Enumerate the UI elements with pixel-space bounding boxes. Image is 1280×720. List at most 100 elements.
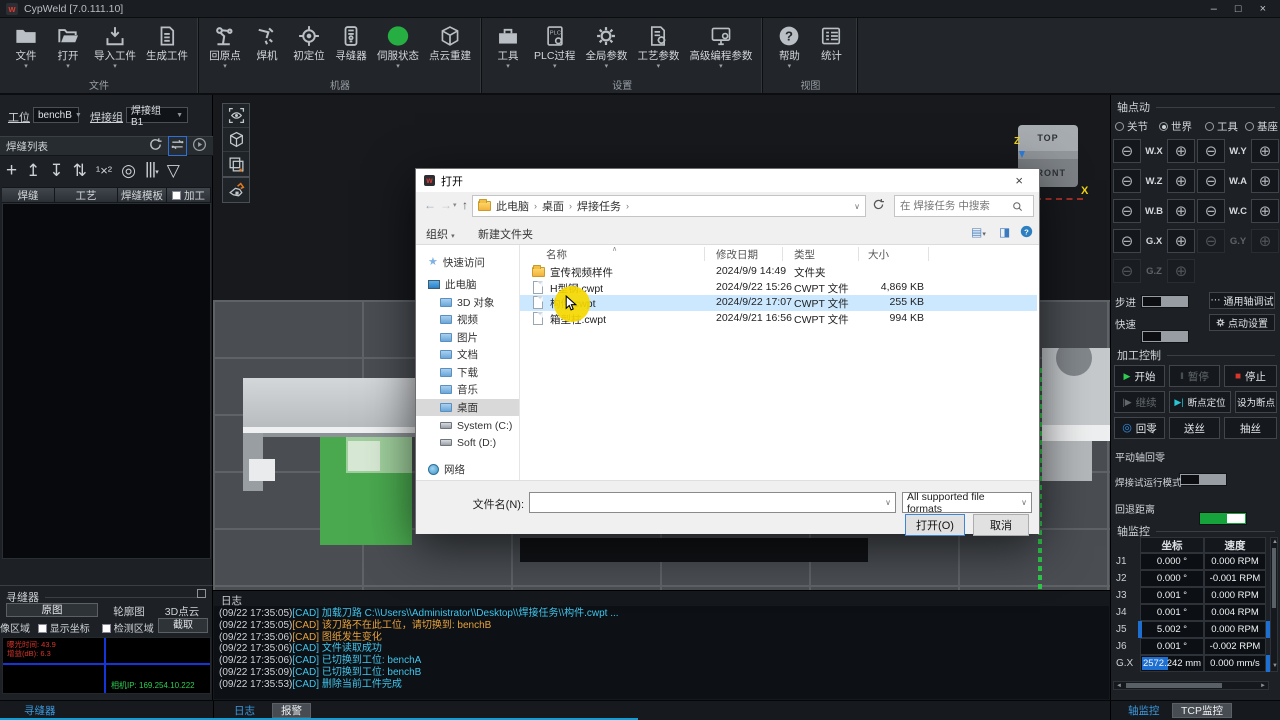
ribbon-item-home-origin[interactable]: 回原点 ▾ xyxy=(209,22,241,70)
ribbon-item-import-workpiece[interactable]: 导入工件 ▾ xyxy=(94,22,136,70)
refresh-icon[interactable] xyxy=(148,137,163,155)
column-header-size[interactable]: 大小 xyxy=(868,245,889,263)
torch-tool-icon[interactable] xyxy=(223,178,249,202)
organize-menu[interactable]: 组织 ▾ xyxy=(426,226,455,242)
tab-seam-finder[interactable]: 寻缝器 xyxy=(16,703,64,718)
jog-plus-button[interactable]: ⊕ xyxy=(1251,169,1279,193)
nav-cube-top-face[interactable]: TOP xyxy=(1018,125,1078,151)
search-box[interactable] xyxy=(894,195,1034,217)
reorder-icon[interactable]: ⇅ xyxy=(73,161,87,181)
search-input[interactable] xyxy=(900,200,1012,212)
jog-plus-button[interactable]: ⊕ xyxy=(1251,139,1279,163)
jog-settings-button[interactable]: 点动设置 xyxy=(1209,314,1275,331)
sidebar-item-3d-objects[interactable]: 3D 对象 xyxy=(416,294,519,311)
close-icon[interactable]: × xyxy=(1007,173,1031,188)
chevron-down-icon[interactable]: ∨ xyxy=(854,202,860,211)
column-header-name[interactable]: 名称 xyxy=(546,245,567,263)
new-folder-button[interactable]: 新建文件夹 xyxy=(478,226,533,242)
file-row[interactable]: 宣传视频样件 2024/9/9 14:49 文件夹 xyxy=(520,264,1037,280)
close-button[interactable]: × xyxy=(1260,1,1266,17)
scrollbar-thumb[interactable] xyxy=(1272,548,1276,608)
sidebar-item-desktop[interactable]: 桌面 xyxy=(416,399,519,416)
step-toggle[interactable] xyxy=(1141,295,1189,308)
add-icon[interactable]: + xyxy=(6,161,17,181)
start-button[interactable]: ▶开始 xyxy=(1114,365,1165,387)
jog-plus-button[interactable]: ⊕ xyxy=(1251,229,1279,253)
show-coords-checkbox[interactable]: 显示坐标 xyxy=(38,620,90,635)
jog-minus-button[interactable]: ⊖ xyxy=(1197,199,1225,223)
refresh-icon[interactable] xyxy=(872,198,890,216)
home-button[interactable]: ◎回零 xyxy=(1114,417,1165,439)
tab-3d-pointcloud[interactable]: 3D点云 xyxy=(156,604,208,619)
jog-minus-button[interactable]: ⊖ xyxy=(1197,169,1225,193)
file-row[interactable]: 箱型柱.cwpt 2024/9/21 16:56 CWPT 文件 994 KB xyxy=(520,311,1037,327)
up-icon[interactable]: ↑ xyxy=(462,198,468,212)
jog-minus-button[interactable]: ⊖ xyxy=(1113,199,1141,223)
jog-plus-button[interactable]: ⊕ xyxy=(1167,229,1195,253)
ribbon-item-global-params[interactable]: 全局参数 ▾ xyxy=(585,22,627,70)
sync-icon[interactable] xyxy=(168,136,187,156)
sidebar-item-this-pc[interactable]: 此电脑 xyxy=(416,276,519,293)
preview-pane-icon[interactable]: ◨ xyxy=(999,225,1010,239)
tab-axis-monitor[interactable]: 轴监控 xyxy=(1120,703,1168,718)
sidebar-item-downloads[interactable]: 下载 xyxy=(416,364,519,381)
ribbon-item-tools[interactable]: 工具 ▾ xyxy=(492,22,524,70)
workpiece-beam[interactable] xyxy=(243,378,425,427)
jog-minus-button[interactable]: ⊖ xyxy=(1197,139,1225,163)
ribbon-item-pointcloud-rebuild[interactable]: 点云重建 xyxy=(429,22,471,70)
log-list[interactable]: (09/22 17:35:05)[CAD] 加载刀路 C:\\Users\\Ad… xyxy=(214,606,1109,699)
checkbox-icon[interactable] xyxy=(102,624,111,633)
open-button[interactable]: 打开(O) xyxy=(905,514,965,536)
ribbon-item-seam-finder[interactable]: 寻缝器 xyxy=(335,22,367,70)
jog-minus-button[interactable]: ⊖ xyxy=(1113,169,1141,193)
filename-input[interactable]: ∨ xyxy=(529,492,896,513)
ribbon-item-welder[interactable]: 焊机 xyxy=(251,22,283,70)
ribbon-item-plc-process[interactable]: PLC PLC过程 ▾ xyxy=(534,22,575,70)
translation-home-toggle[interactable] xyxy=(1179,473,1227,486)
horizontal-scrollbar[interactable]: ◄ ► xyxy=(1113,681,1269,690)
stop-button[interactable]: ■停止 xyxy=(1224,365,1277,387)
seam-table-body[interactable] xyxy=(2,203,211,559)
filetype-select[interactable]: All supported file formats ∨ xyxy=(902,492,1032,513)
fast-toggle[interactable] xyxy=(1141,330,1189,343)
filter-icon[interactable]: ▽ xyxy=(167,161,180,181)
jog-mode-world[interactable]: 世界 xyxy=(1159,119,1192,134)
camera-image[interactable]: 曝光时间: 43.9 增益(dB): 6.3 相机IP: 169.254.10.… xyxy=(2,637,211,694)
station-select[interactable]: benchB▼ xyxy=(33,107,79,123)
column-header-process[interactable]: 工艺 xyxy=(55,187,118,203)
ribbon-item-generate-workpiece[interactable]: 生成工件 xyxy=(146,22,188,70)
pause-button[interactable]: ‖暂停 xyxy=(1169,365,1220,387)
sidebar-item-pictures[interactable]: 图片 xyxy=(416,329,519,346)
breadcrumb[interactable]: 此电脑› 桌面› 焊接任务› ∨ xyxy=(472,195,866,217)
nav-cube-edge[interactable] xyxy=(1018,151,1078,159)
scroll-down-icon[interactable]: ▼ xyxy=(1272,663,1278,670)
column-header-type[interactable]: 类型 xyxy=(794,245,815,263)
sidebar-item-music[interactable]: 音乐 xyxy=(416,381,519,398)
fit-view-icon[interactable] xyxy=(223,104,249,128)
set-breakpoint-button[interactable]: 设为断点 xyxy=(1235,391,1277,413)
wire-retract-button[interactable]: 抽丝 xyxy=(1224,417,1277,439)
minimize-button[interactable]: – xyxy=(1211,1,1217,17)
scroll-left-icon[interactable]: ◄ xyxy=(1116,683,1122,690)
jog-mode-joint[interactable]: 关节 xyxy=(1115,119,1148,134)
dialog-titlebar[interactable]: w 打开 × xyxy=(416,169,1039,192)
sidebar-item-quick-access[interactable]: ★快速访问 xyxy=(416,254,519,271)
wire-feed-button[interactable]: 送丝 xyxy=(1169,417,1220,439)
continue-button[interactable]: |▶继续 xyxy=(1114,391,1165,413)
breadcrumb-item[interactable]: 桌面 xyxy=(542,198,564,214)
column-header-template[interactable]: 焊缝模板 xyxy=(118,187,167,203)
jog-plus-button[interactable]: ⊕ xyxy=(1167,139,1195,163)
column-header-machining[interactable]: 加工 xyxy=(167,187,211,203)
tab-log[interactable]: 日志 xyxy=(226,703,263,718)
cancel-button[interactable]: 取消 xyxy=(973,514,1029,536)
swap-order-icon[interactable]: ¹×² xyxy=(96,161,112,181)
column-header-seam[interactable]: 焊缝 xyxy=(2,187,55,203)
ribbon-item-file[interactable]: 文件 ▾ xyxy=(10,22,42,70)
ribbon-item-help[interactable]: ? 帮助 ▾ xyxy=(773,22,805,70)
jog-plus-button[interactable]: ⊕ xyxy=(1167,169,1195,193)
forward-icon[interactable]: → xyxy=(440,198,452,212)
detect-region-checkbox[interactable]: 检测区域 xyxy=(102,620,154,635)
view-mode-icon[interactable]: ▤▾ xyxy=(971,225,986,239)
sliders-icon[interactable]: |||▾ xyxy=(145,159,158,183)
checkbox-icon[interactable] xyxy=(172,191,181,200)
